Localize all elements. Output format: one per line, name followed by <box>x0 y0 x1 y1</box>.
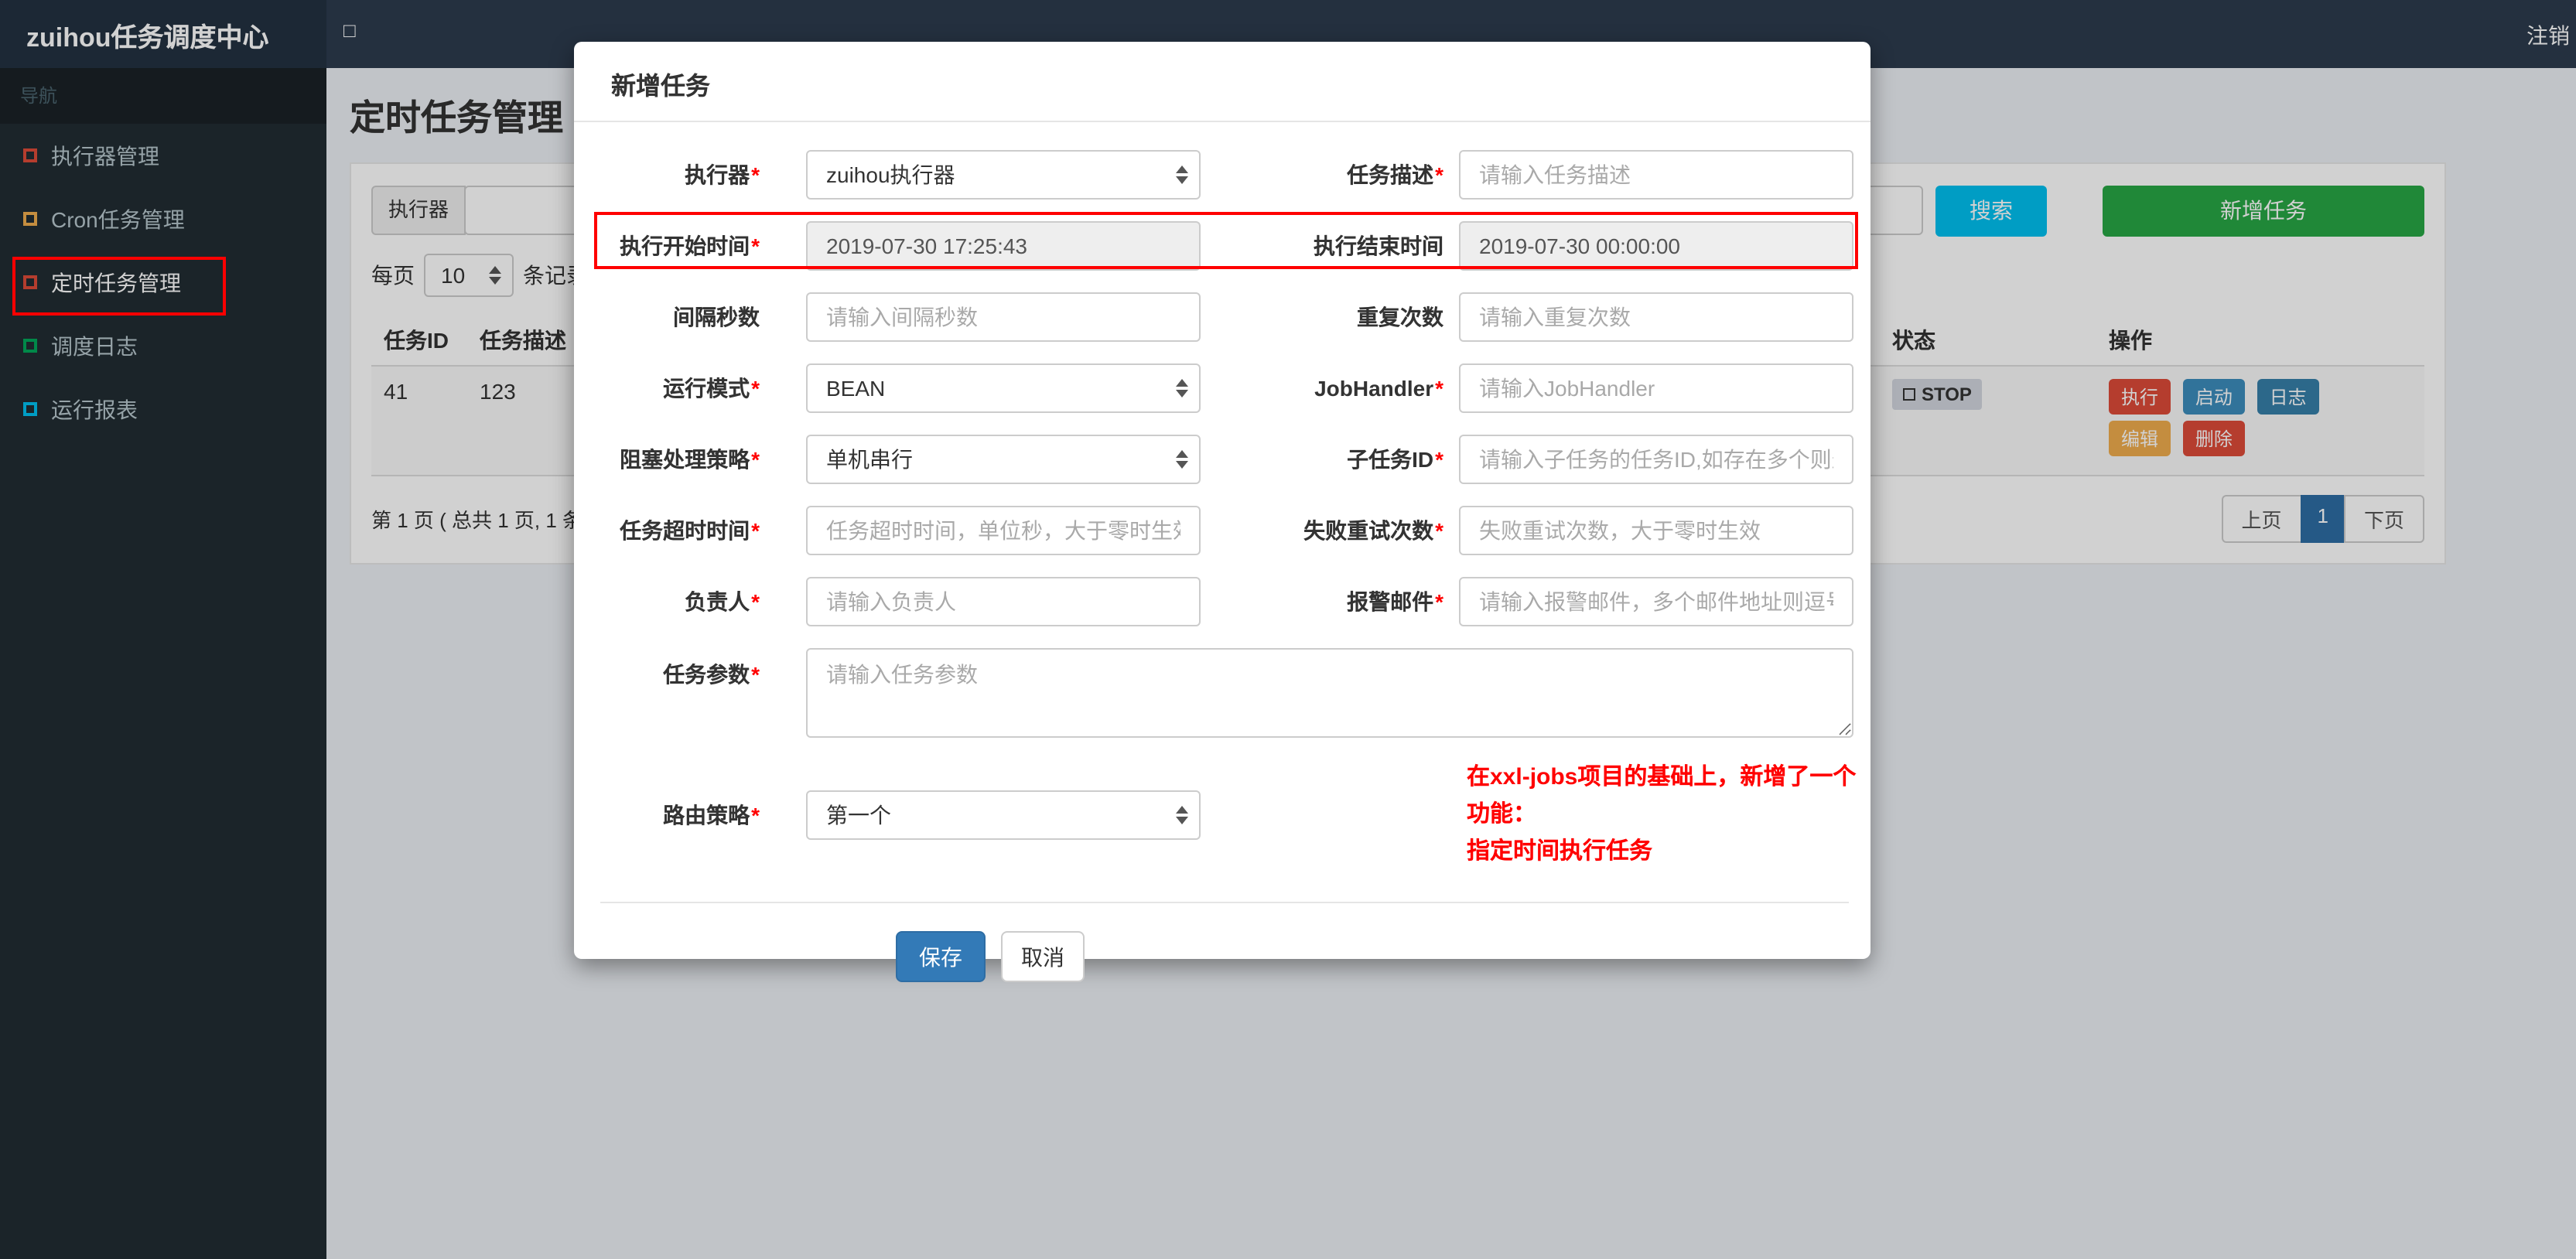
repeat-input[interactable] <box>1459 292 1853 342</box>
select-arrows-icon <box>1176 450 1188 469</box>
fail-retry-input[interactable] <box>1459 506 1853 555</box>
executor-select[interactable]: zuihou执行器 <box>806 150 1201 200</box>
job-handler-label: JobHandler * <box>1314 376 1443 401</box>
alarm-email-label: 报警邮件 * <box>1347 589 1443 614</box>
end-time-input[interactable] <box>1459 221 1853 271</box>
run-mode-label: 运行模式 * <box>663 376 760 401</box>
add-job-modal: 新增任务 执行器* zuihou执行器 任务描述* 执行开始时间* 执行结束时间… <box>574 42 1871 982</box>
start-time-input[interactable] <box>806 221 1201 271</box>
block-strategy-label: 阻塞处理策略 * <box>620 447 760 472</box>
timeout-input[interactable] <box>806 506 1201 555</box>
timeout-label: 任务超时时间 * <box>620 518 760 543</box>
start-time-label: 执行开始时间 * <box>620 234 760 258</box>
block-strategy-select[interactable]: 单机串行 <box>806 435 1201 484</box>
child-job-id-input[interactable] <box>1459 435 1853 484</box>
run-mode-select[interactable]: BEAN <box>806 363 1201 413</box>
alarm-email-input[interactable] <box>1459 577 1853 626</box>
modal-footer: 保存 取消 <box>574 903 1871 1029</box>
select-value: zuihou执行器 <box>826 162 955 187</box>
app-screen: zuihou任务调度中心 □ 注销 导航 执行器管理 Cron任务管理 定时任务… <box>0 0 2576 1259</box>
select-arrows-icon <box>1176 806 1188 824</box>
end-time-label: 执行结束时间 <box>1314 234 1443 258</box>
feature-note: 在xxl-jobs项目的基础上，新增了一个功能： 指定时间执行任务 <box>1467 764 1857 865</box>
select-arrows-icon <box>1176 165 1188 184</box>
select-arrows-icon <box>1176 379 1188 397</box>
job-param-textarea[interactable] <box>806 648 1853 738</box>
select-value: 单机串行 <box>826 447 913 472</box>
select-value: BEAN <box>826 376 886 401</box>
job-param-label: 任务参数 * <box>663 662 760 687</box>
interval-label: 间隔秒数 <box>673 305 760 329</box>
modal-title: 新增任务 <box>611 74 711 101</box>
executor-label: 执行器 * <box>685 162 760 187</box>
route-strategy-select[interactable]: 第一个 <box>806 790 1201 840</box>
interval-input[interactable] <box>806 292 1201 342</box>
fail-retry-label: 失败重试次数 * <box>1303 518 1443 543</box>
select-value: 第一个 <box>826 803 891 827</box>
cancel-button[interactable]: 取消 <box>1001 931 1085 982</box>
modal-body: 执行器* zuihou执行器 任务描述* 执行开始时间* 执行结束时间 间隔秒数… <box>574 122 1871 1029</box>
job-desc-input[interactable] <box>1459 150 1853 200</box>
save-button[interactable]: 保存 <box>896 931 986 982</box>
author-input[interactable] <box>806 577 1201 626</box>
repeat-label: 重复次数 <box>1357 305 1443 329</box>
job-desc-label: 任务描述 * <box>1347 162 1443 187</box>
job-handler-input[interactable] <box>1459 363 1853 413</box>
modal-header: 新增任务 <box>574 42 1871 122</box>
route-strategy-label: 路由策略 * <box>663 803 760 827</box>
child-job-id-label: 子任务ID * <box>1347 447 1443 472</box>
author-label: 负责人 * <box>685 589 760 614</box>
